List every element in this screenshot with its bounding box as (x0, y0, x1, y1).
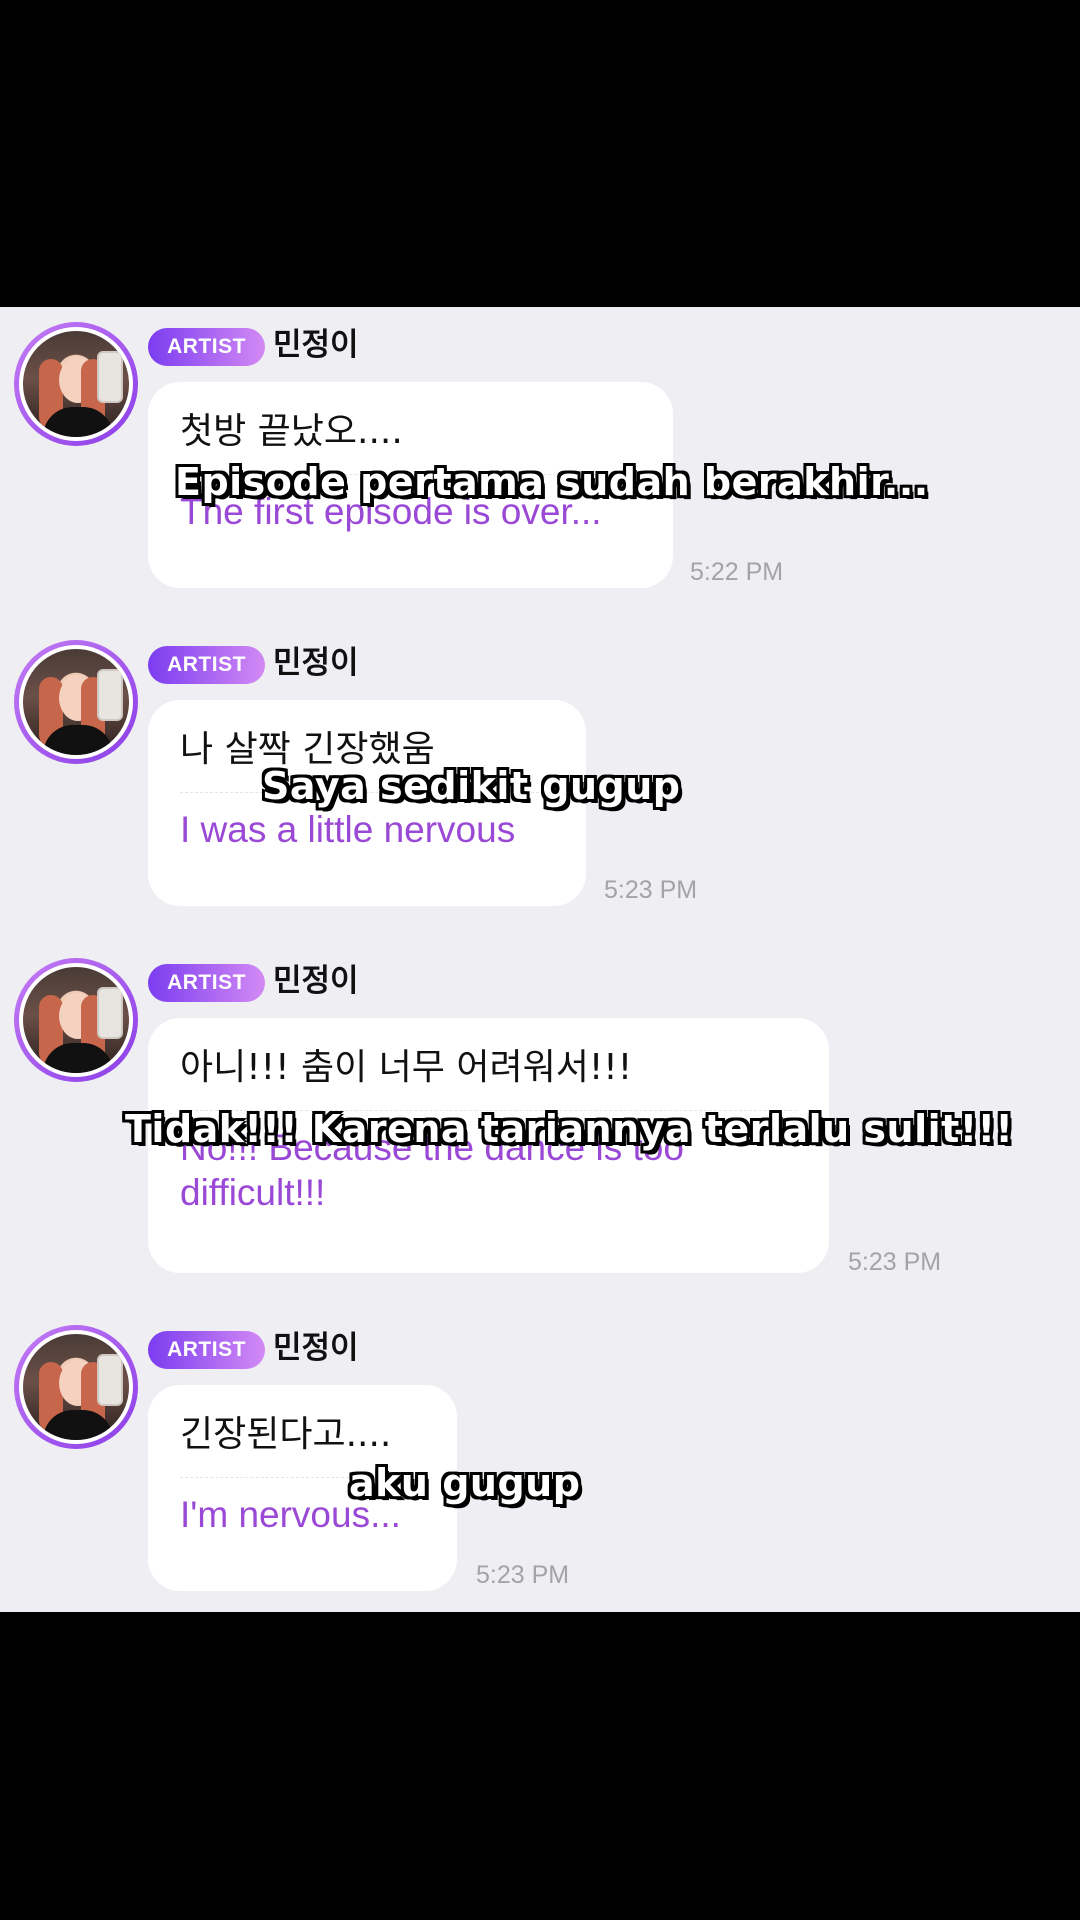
caption-subtitle: Episode pertama sudah berakhir... (175, 460, 929, 504)
message-time: 5:23 PM (848, 1248, 942, 1276)
avatar-photo (19, 963, 133, 1077)
caption-subtitle: aku gugup (349, 1461, 581, 1505)
original-text: 첫방 끝났오.... (180, 411, 403, 452)
avatar[interactable] (14, 958, 138, 1082)
artist-badge: ARTIST (148, 328, 265, 366)
sender-name[interactable]: 민정이 (273, 326, 359, 364)
chat-area[interactable]: ARTIST 민정이 첫방 끝났오.... The first episode … (0, 307, 1080, 1612)
top-black-bar (0, 0, 1080, 307)
avatar-photo (19, 327, 133, 441)
avatar[interactable] (14, 640, 138, 764)
sender-name[interactable]: 민정이 (273, 644, 359, 682)
message-time: 5:23 PM (604, 876, 698, 904)
original-text: 아니!!! 춤이 너무 어려워서!!! (180, 1047, 633, 1088)
sender-name[interactable]: 민정이 (273, 1329, 359, 1367)
message-time: 5:22 PM (690, 558, 784, 586)
original-text: 긴장된다고.... (180, 1414, 392, 1455)
caption-subtitle: Saya sedikit gugup (262, 764, 681, 808)
artist-badge: ARTIST (148, 646, 265, 684)
sender-name[interactable]: 민정이 (273, 962, 359, 1000)
message-time: 5:23 PM (476, 1561, 570, 1589)
artist-badge: ARTIST (148, 964, 265, 1002)
avatar-photo (19, 645, 133, 759)
artist-badge: ARTIST (148, 1331, 265, 1369)
translated-text: I was a little nervous (180, 809, 516, 850)
avatar-photo (19, 1330, 133, 1444)
bottom-black-bar (0, 1612, 1080, 1920)
avatar[interactable] (14, 322, 138, 446)
caption-subtitle: Tidak!!! Karena tariannya terlalu sulit!… (125, 1107, 1014, 1151)
avatar[interactable] (14, 1325, 138, 1449)
